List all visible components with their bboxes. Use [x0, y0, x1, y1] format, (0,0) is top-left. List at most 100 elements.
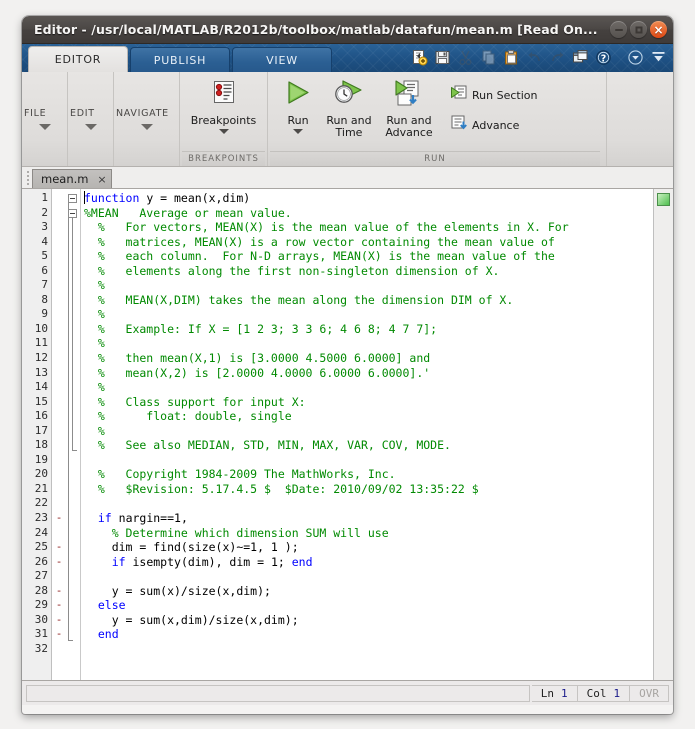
code-line[interactable]: % $Revision: 5.17.4.5 $ $Date: 2010/09/0… — [81, 482, 653, 497]
code-fold-column[interactable] — [66, 189, 80, 680]
code-line[interactable]: % — [81, 278, 653, 293]
breakpoint-mark[interactable]: - — [52, 598, 66, 613]
code-line[interactable]: % Example: If X = [1 2 3; 3 3 6; 4 6 8; … — [81, 322, 653, 337]
breakpoint-mark[interactable]: - — [52, 613, 66, 628]
code-line[interactable]: % then mean(X,1) is [3.0000 4.5000 6.000… — [81, 351, 653, 366]
code-line[interactable]: % MEAN(X,DIM) takes the mean along the d… — [81, 293, 653, 308]
breakpoint-mark[interactable] — [52, 526, 66, 541]
switch-window-icon[interactable] — [569, 46, 591, 68]
code-line[interactable]: % See also MEDIAN, STD, MIN, MAX, VAR, C… — [81, 438, 653, 453]
breakpoint-mark[interactable] — [52, 249, 66, 264]
code-line[interactable] — [81, 496, 653, 511]
code-line[interactable]: % — [81, 380, 653, 395]
code-line[interactable]: % float: double, single — [81, 409, 653, 424]
breakpoint-mark[interactable] — [52, 438, 66, 453]
breakpoint-mark[interactable] — [52, 191, 66, 206]
breakpoint-mark[interactable]: - — [52, 627, 66, 642]
breakpoint-mark[interactable] — [52, 569, 66, 584]
breakpoint-mark[interactable] — [52, 307, 66, 322]
tab-view[interactable]: VIEW — [232, 47, 332, 72]
code-line[interactable]: % — [81, 336, 653, 351]
breakpoint-mark[interactable] — [52, 235, 66, 250]
breakpoint-mark[interactable] — [52, 336, 66, 351]
cut-icon[interactable] — [454, 46, 476, 68]
breakpoint-mark[interactable] — [52, 496, 66, 511]
code-line[interactable]: % each column. For N-D arrays, MEAN(X) i… — [81, 249, 653, 264]
breakpoint-mark[interactable] — [52, 642, 66, 657]
advance-button[interactable]: Advance — [446, 112, 541, 138]
minimize-ribbon-icon[interactable] — [647, 46, 669, 68]
fold-toggle-icon[interactable] — [68, 194, 77, 203]
run-and-advance-button[interactable]: Run and Advance — [378, 76, 440, 141]
breakpoint-mark[interactable] — [52, 453, 66, 468]
ribbon-group-navigate[interactable]: NAVIGATE — [114, 72, 180, 166]
breakpoint-mark[interactable]: - — [52, 540, 66, 555]
breakpoint-mark[interactable] — [52, 409, 66, 424]
breakpoint-mark[interactable] — [52, 322, 66, 337]
breakpoint-mark[interactable] — [52, 206, 66, 221]
code-line[interactable]: %MEAN Average or mean value. — [81, 206, 653, 221]
code-analyzer-strip[interactable] — [653, 189, 673, 680]
new-file-icon[interactable] — [408, 46, 430, 68]
breakpoint-mark[interactable] — [52, 278, 66, 293]
save-icon[interactable] — [431, 46, 453, 68]
code-line[interactable]: % matrices, MEAN(X) is a row vector cont… — [81, 235, 653, 250]
code-text-area[interactable]: function y = mean(x,dim) %MEAN Average or… — [80, 189, 653, 680]
code-line[interactable]: y = sum(x)/size(x,dim); — [81, 584, 653, 599]
run-section-button[interactable]: Run Section — [446, 82, 541, 108]
breakpoint-mark[interactable] — [52, 220, 66, 235]
status-overwrite-indicator[interactable]: OVR — [630, 684, 669, 702]
help-icon[interactable]: ? — [592, 46, 614, 68]
tab-editor[interactable]: EDITOR — [28, 46, 128, 72]
minimize-button[interactable] — [610, 21, 627, 38]
code-line[interactable]: if nargin==1, — [81, 511, 653, 526]
ribbon-group-edit[interactable]: EDIT — [68, 72, 114, 166]
document-tab-grip[interactable] — [24, 169, 32, 187]
code-line[interactable]: % For vectors, MEAN(X) is the mean value… — [81, 220, 653, 235]
breakpoint-mark[interactable] — [52, 482, 66, 497]
code-line[interactable]: % — [81, 424, 653, 439]
code-line[interactable]: end — [81, 627, 653, 642]
code-editor[interactable]: 1 2 3 4 5 6 7 8 9 10 11 12 13 14 15 16 17 18 19 20 21 22 23 24 2… — [22, 189, 673, 681]
breakpoint-mark[interactable]: - — [52, 511, 66, 526]
document-tab-close-icon[interactable]: × — [96, 173, 107, 186]
breakpoint-mark[interactable] — [52, 351, 66, 366]
code-line[interactable]: y = sum(x,dim)/size(x,dim); — [81, 613, 653, 628]
fold-toggle-icon[interactable] — [68, 208, 77, 218]
document-tab-mean-m[interactable]: mean.m × — [32, 169, 113, 188]
breakpoint-mark[interactable] — [52, 424, 66, 439]
code-line[interactable]: else — [81, 598, 653, 613]
code-line[interactable]: if isempty(dim), dim = 1; end — [81, 555, 653, 570]
breakpoint-alley[interactable]: ------- — [52, 189, 66, 680]
copy-icon[interactable] — [477, 46, 499, 68]
breakpoint-mark[interactable] — [52, 264, 66, 279]
breakpoint-mark[interactable] — [52, 380, 66, 395]
breakpoint-mark[interactable]: - — [52, 555, 66, 570]
tab-publish[interactable]: PUBLISH — [130, 47, 230, 72]
code-line[interactable]: dim = find(size(x)~=1, 1 ); — [81, 540, 653, 555]
run-and-time-button[interactable]: Run and Time — [320, 76, 378, 141]
breakpoints-button[interactable]: Breakpoints — [191, 76, 256, 136]
ribbon-group-file[interactable]: FILE — [22, 72, 68, 166]
redo-icon[interactable] — [546, 46, 568, 68]
run-button[interactable]: Run — [276, 76, 320, 136]
breakpoint-mark[interactable] — [52, 293, 66, 308]
code-line[interactable]: % mean(X,2) is [2.0000 4.0000 6.0000 6.0… — [81, 366, 653, 381]
paste-icon[interactable] — [500, 46, 522, 68]
breakpoint-mark[interactable] — [52, 467, 66, 482]
code-line[interactable]: function y = mean(x,dim) — [81, 191, 653, 206]
code-line[interactable] — [81, 642, 653, 657]
breakpoint-mark[interactable] — [52, 366, 66, 381]
undo-icon[interactable] — [523, 46, 545, 68]
breakpoint-mark[interactable] — [52, 395, 66, 410]
code-analyzer-ok-indicator[interactable] — [657, 193, 670, 206]
qat-dropdown-icon[interactable] — [624, 46, 646, 68]
code-line[interactable]: % Class support for input X: — [81, 395, 653, 410]
code-line[interactable]: % elements along the first non-singleton… — [81, 264, 653, 279]
maximize-button[interactable] — [630, 21, 647, 38]
close-button[interactable]: × — [650, 21, 667, 38]
code-line[interactable]: % Determine which dimension SUM will use — [81, 526, 653, 541]
breakpoint-mark[interactable]: - — [52, 584, 66, 599]
code-line[interactable]: % — [81, 307, 653, 322]
code-line[interactable]: % Copyright 1984-2009 The MathWorks, Inc… — [81, 467, 653, 482]
